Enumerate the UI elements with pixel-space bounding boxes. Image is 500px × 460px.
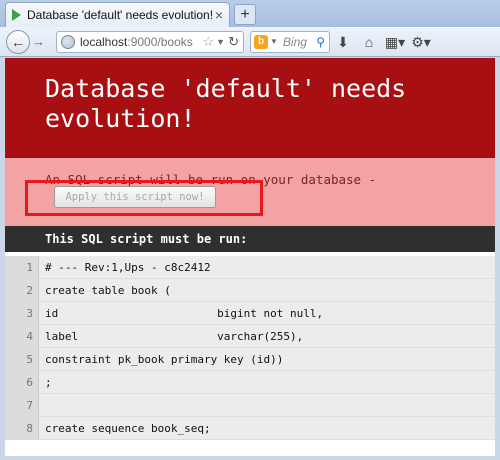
code-line: 3 id bigint not null, bbox=[5, 302, 495, 325]
line-number: 5 bbox=[5, 348, 39, 370]
code-text: constraint pk_book primary key (id)) bbox=[39, 348, 495, 370]
url-text[interactable]: localhost:9000/books bbox=[80, 35, 203, 49]
sql-header: This SQL script must be run: bbox=[5, 226, 495, 252]
code-text: create table book ( bbox=[39, 279, 495, 301]
reload-icon[interactable]: ↻ bbox=[228, 34, 239, 50]
code-text: create sequence book_seq; bbox=[39, 417, 495, 439]
globe-icon bbox=[61, 34, 75, 49]
line-number: 2 bbox=[5, 279, 39, 301]
code-text: ; bbox=[39, 371, 495, 393]
code-text bbox=[39, 394, 495, 416]
search-input[interactable]: Bing bbox=[283, 35, 316, 49]
back-button[interactable]: ← bbox=[6, 29, 30, 54]
bookmark-star-icon[interactable]: ☆ bbox=[203, 34, 215, 50]
new-tab-button[interactable]: + bbox=[234, 4, 256, 25]
error-banner: Database 'default' needs evolution! bbox=[5, 58, 495, 158]
bookmarks-menu-icon[interactable]: ▦▾ bbox=[382, 31, 408, 53]
sql-code-block: 1 # --- Rev:1,Ups - c8c2412 2 create table … bbox=[5, 256, 495, 440]
forward-button[interactable]: → bbox=[32, 32, 50, 52]
search-icon[interactable]: ⚲ bbox=[316, 35, 325, 49]
tab-strip: Database 'default' needs evolution! × + bbox=[0, 0, 500, 27]
tab-title: Database 'default' needs evolution! bbox=[27, 8, 214, 22]
browser-tab[interactable]: Database 'default' needs evolution! × bbox=[5, 2, 230, 27]
line-number: 4 bbox=[5, 325, 39, 347]
code-line: 1 # --- Rev:1,Ups - c8c2412 bbox=[5, 256, 495, 279]
line-number: 1 bbox=[5, 256, 39, 278]
code-line: 2 create table book ( bbox=[5, 279, 495, 302]
code-line: 5 constraint pk_book primary key (id)) bbox=[5, 348, 495, 371]
page-content: Database 'default' needs evolution! An S… bbox=[5, 58, 495, 456]
code-text: # --- Rev:1,Ups - c8c2412 bbox=[39, 256, 495, 278]
play-favicon-icon bbox=[12, 9, 21, 21]
code-line: 6; bbox=[5, 371, 495, 394]
code-line: 4 label varchar(255), bbox=[5, 325, 495, 348]
address-bar[interactable]: localhost:9000/books ☆ ▼ ↻ bbox=[56, 30, 244, 53]
url-dropdown-icon[interactable]: ▼ bbox=[216, 37, 225, 47]
close-tab-icon[interactable]: × bbox=[213, 7, 225, 23]
addon-icon[interactable]: ⚙▾ bbox=[408, 31, 434, 53]
line-number: 8 bbox=[5, 417, 39, 439]
code-line: 8 create sequence book_seq; bbox=[5, 417, 495, 440]
line-number: 7 bbox=[5, 394, 39, 416]
line-number: 3 bbox=[5, 302, 39, 324]
download-icon[interactable]: ⬇ bbox=[330, 31, 356, 53]
home-icon[interactable]: ⌂ bbox=[356, 31, 382, 53]
line-number: 6 bbox=[5, 371, 39, 393]
code-text: id bigint not null, bbox=[39, 302, 495, 324]
code-line: 7 bbox=[5, 394, 495, 417]
search-engine-dropdown-icon[interactable]: ▼ bbox=[270, 37, 278, 46]
highlight-box bbox=[25, 180, 263, 216]
page-title: Database 'default' needs evolution! bbox=[45, 74, 407, 133]
search-bar[interactable]: b ▼ Bing ⚲ bbox=[250, 30, 330, 53]
bing-icon[interactable]: b bbox=[254, 34, 268, 49]
code-text: label varchar(255), bbox=[39, 325, 495, 347]
navigation-bar: ← → localhost:9000/books ☆ ▼ ↻ b ▼ Bing … bbox=[0, 27, 500, 57]
